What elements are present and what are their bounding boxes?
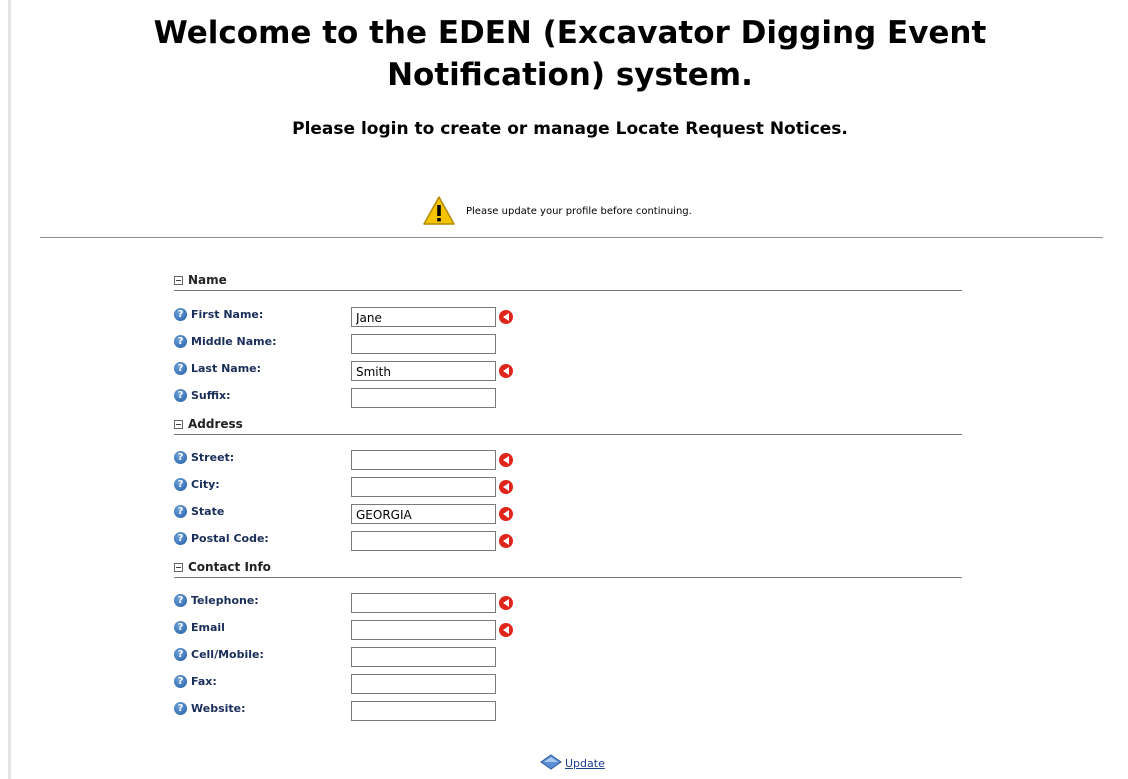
section-title: Contact Info	[188, 560, 271, 574]
page-divider	[40, 237, 1103, 238]
field-label-street: ? Street:	[174, 450, 234, 464]
page: Welcome to the EDEN (Excavator Digging E…	[0, 0, 1128, 779]
field-row-state: ? State	[174, 504, 962, 526]
website-input[interactable]	[351, 701, 496, 721]
required-arrow-icon	[499, 480, 513, 494]
fax-input[interactable]	[351, 674, 496, 694]
required-arrow-icon	[499, 534, 513, 548]
help-icon[interactable]: ?	[174, 388, 187, 402]
update-diamond-icon[interactable]	[540, 754, 562, 770]
field-label-fax: ? Fax:	[174, 674, 217, 688]
required-arrow-icon	[499, 453, 513, 467]
section-header-address[interactable]: Address	[174, 414, 962, 435]
field-label-telephone: ? Telephone:	[174, 593, 259, 607]
help-icon[interactable]: ?	[174, 620, 187, 634]
field-label-middle-name: ? Middle Name:	[174, 334, 276, 348]
required-arrow-icon	[499, 507, 513, 521]
section-header-name[interactable]: Name	[174, 270, 962, 291]
field-row-telephone: ? Telephone:	[174, 593, 962, 615]
field-row-last-name: ? Last Name:	[174, 361, 962, 383]
email-input[interactable]	[351, 620, 496, 640]
section-header-contact-info[interactable]: Contact Info	[174, 557, 962, 578]
cell-mobile-input[interactable]	[351, 647, 496, 667]
field-row-cell-mobile: ? Cell/Mobile:	[174, 647, 962, 669]
field-label-cell-mobile: ? Cell/Mobile:	[174, 647, 264, 661]
notice-text: Please update your profile before contin…	[466, 205, 692, 217]
field-row-website: ? Website:	[174, 701, 962, 723]
update-action[interactable]: Update	[540, 754, 605, 770]
required-arrow-icon	[499, 623, 513, 637]
help-icon[interactable]: ?	[174, 307, 187, 321]
field-label-email: ? Email	[174, 620, 225, 634]
field-row-first-name: ? First Name:	[174, 307, 962, 329]
field-row-street: ? Street:	[174, 450, 962, 472]
collapse-icon[interactable]	[174, 275, 183, 285]
profile-notice: Please update your profile before contin…	[422, 194, 692, 228]
field-row-suffix: ? Suffix:	[174, 388, 962, 410]
field-label-postal-code: ? Postal Code:	[174, 531, 269, 545]
required-arrow-icon	[499, 310, 513, 324]
left-edge-rule	[8, 0, 11, 779]
field-label-city: ? City:	[174, 477, 220, 491]
help-icon[interactable]: ?	[174, 674, 187, 688]
field-row-email: ? Email	[174, 620, 962, 642]
help-icon[interactable]: ?	[174, 450, 187, 464]
required-arrow-icon	[499, 596, 513, 610]
page-subtitle: Please login to create or manage Locate …	[292, 119, 848, 139]
help-icon[interactable]: ?	[174, 701, 187, 715]
help-icon[interactable]: ?	[174, 504, 187, 518]
postal-code-input[interactable]	[351, 531, 496, 551]
help-icon[interactable]: ?	[174, 531, 187, 545]
section-title: Name	[188, 273, 227, 287]
update-link[interactable]: Update	[565, 757, 605, 770]
middle-name-input[interactable]	[351, 334, 496, 354]
state-input[interactable]	[351, 504, 496, 524]
help-icon[interactable]: ?	[174, 477, 187, 491]
help-icon[interactable]: ?	[174, 361, 187, 375]
help-icon[interactable]: ?	[174, 647, 187, 661]
help-icon[interactable]: ?	[174, 334, 187, 348]
field-label-state: ? State	[174, 504, 224, 518]
collapse-icon[interactable]	[174, 562, 183, 572]
telephone-input[interactable]	[351, 593, 496, 613]
section-title: Address	[188, 417, 243, 431]
field-label-last-name: ? Last Name:	[174, 361, 261, 375]
first-name-input[interactable]	[351, 307, 496, 327]
collapse-icon[interactable]	[174, 419, 183, 429]
field-row-city: ? City:	[174, 477, 962, 499]
field-label-first-name: ? First Name:	[174, 307, 263, 321]
suffix-input[interactable]	[351, 388, 496, 408]
field-label-suffix: ? Suffix:	[174, 388, 231, 402]
field-row-postal-code: ? Postal Code:	[174, 531, 962, 553]
help-icon[interactable]: ?	[174, 593, 187, 607]
warning-icon	[423, 196, 455, 225]
field-row-fax: ? Fax:	[174, 674, 962, 696]
city-input[interactable]	[351, 477, 496, 497]
required-arrow-icon	[499, 364, 513, 378]
last-name-input[interactable]	[351, 361, 496, 381]
field-row-middle-name: ? Middle Name:	[174, 334, 962, 356]
page-title: Welcome to the EDEN (Excavator Digging E…	[153, 15, 987, 93]
field-label-website: ? Website:	[174, 701, 246, 715]
street-input[interactable]	[351, 450, 496, 470]
